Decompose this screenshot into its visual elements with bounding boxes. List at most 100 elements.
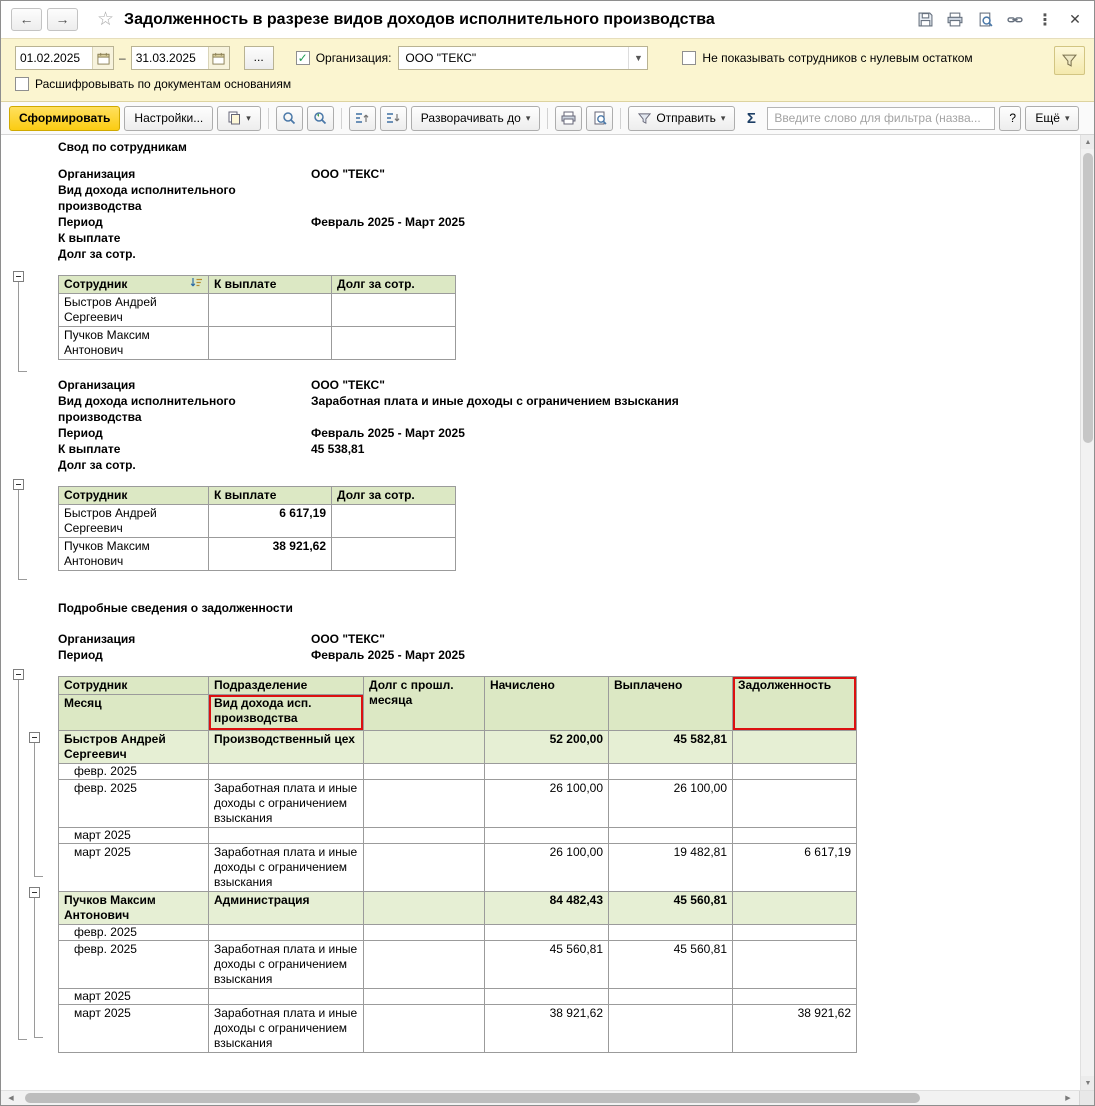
paid-cell[interactable]: 19 482,81 — [608, 843, 733, 892]
autosum-button[interactable]: Σ — [739, 106, 763, 130]
debt-cell[interactable] — [732, 730, 857, 764]
debt-cell[interactable] — [732, 924, 857, 941]
debt-cell[interactable] — [732, 779, 857, 828]
prev-debt-cell[interactable] — [363, 779, 485, 828]
more-button[interactable]: Ещё ▾ — [1025, 105, 1080, 131]
prev-debt-cell[interactable] — [363, 730, 485, 764]
month-cell[interactable]: февр. 2025 — [58, 779, 209, 828]
accrued-cell[interactable] — [484, 988, 609, 1005]
filter-word-input[interactable] — [767, 106, 996, 130]
close-icon[interactable]: ✕ — [1066, 11, 1084, 29]
scroll-up-icon[interactable]: ▲ — [1081, 135, 1094, 149]
month-cell[interactable]: февр. 2025 — [58, 940, 209, 989]
paid-cell[interactable] — [608, 1004, 733, 1053]
organization-select[interactable]: ООО "ТЕКС" ▼ — [398, 46, 649, 70]
paid-cell[interactable] — [608, 988, 733, 1005]
expand-levels-button[interactable] — [379, 105, 407, 131]
scroll-left-icon[interactable]: ◀ — [3, 1091, 19, 1105]
employee-cell[interactable]: Пучков Максим Антонович — [58, 326, 209, 360]
paid-cell[interactable]: 45 560,81 — [608, 940, 733, 989]
group-collapse-toggle[interactable] — [13, 479, 24, 490]
favorite-star-icon[interactable]: ☆ — [97, 8, 114, 31]
to-pay-cell[interactable] — [208, 293, 332, 327]
debt-cell[interactable]: 6 617,19 — [732, 843, 857, 892]
employee-cell[interactable]: Пучков Максим Антонович — [58, 891, 209, 925]
explain-by-docs-checkbox[interactable] — [15, 77, 29, 91]
department-cell[interactable]: Администрация — [208, 891, 364, 925]
filter-settings-button[interactable] — [1054, 46, 1085, 75]
employee-cell[interactable]: Быстров Андрей Сергеевич — [58, 730, 209, 764]
income-type-cell[interactable] — [208, 763, 364, 780]
accrued-cell[interactable]: 84 482,43 — [484, 891, 609, 925]
calendar-icon[interactable] — [92, 47, 113, 69]
prev-debt-cell[interactable] — [363, 763, 485, 780]
column-header-employee[interactable]: Сотрудник — [58, 676, 209, 695]
print-preview-icon[interactable] — [976, 11, 994, 29]
paid-cell[interactable]: 45 582,81 — [608, 730, 733, 764]
prev-debt-cell[interactable] — [363, 924, 485, 941]
employee-cell[interactable]: Быстров Андрей Сергеевич — [58, 293, 209, 327]
paid-cell[interactable]: 26 100,00 — [608, 779, 733, 828]
organization-checkbox[interactable]: ✓ — [295, 51, 310, 65]
group-collapse-toggle[interactable] — [13, 669, 24, 680]
vertical-scrollbar[interactable]: ▲ ▼ — [1080, 135, 1094, 1090]
scroll-down-icon[interactable]: ▼ — [1081, 1076, 1094, 1090]
paid-cell[interactable] — [608, 827, 733, 844]
print-icon[interactable] — [946, 11, 964, 29]
period-options-button[interactable]: ... — [243, 46, 274, 70]
scroll-right-icon[interactable]: ▶ — [1060, 1091, 1076, 1105]
income-type-cell[interactable] — [208, 924, 364, 941]
expand-to-button[interactable]: Разворачивать до ▾ — [410, 105, 541, 131]
debt-cell[interactable]: 38 921,62 — [732, 1004, 857, 1053]
prev-debt-cell[interactable] — [363, 843, 485, 892]
back-button[interactable]: ← — [11, 8, 42, 31]
column-header-debt[interactable]: Долг за сотр. — [331, 486, 456, 505]
date-from-input[interactable] — [16, 47, 92, 69]
column-header-accrued[interactable]: Начислено — [484, 676, 609, 731]
accrued-cell[interactable] — [484, 924, 609, 941]
column-header-employee[interactable]: Сотрудник — [58, 486, 209, 505]
prev-debt-cell[interactable] — [363, 940, 485, 989]
month-cell[interactable]: март 2025 — [58, 843, 209, 892]
more-menu-icon[interactable]: ⋮ — [1036, 11, 1054, 29]
paid-cell[interactable] — [608, 924, 733, 941]
send-button[interactable]: Отправить ▾ — [628, 105, 736, 131]
find-button[interactable] — [275, 105, 303, 131]
column-header-month[interactable]: Месяц — [58, 694, 209, 731]
hide-zero-checkbox[interactable] — [682, 51, 697, 65]
accrued-cell[interactable] — [484, 827, 609, 844]
column-header-debt-highlighted[interactable]: Задолженность — [732, 676, 857, 731]
settings-variants-button[interactable]: ▾ — [217, 105, 261, 131]
debt-cell[interactable] — [331, 293, 456, 327]
horizontal-scrollbar[interactable]: ◀ ▶ — [1, 1090, 1094, 1105]
collapse-levels-button[interactable] — [348, 105, 376, 131]
month-cell[interactable]: февр. 2025 — [58, 924, 209, 941]
debt-cell[interactable] — [732, 763, 857, 780]
accrued-cell[interactable]: 26 100,00 — [484, 843, 609, 892]
column-header-department[interactable]: Подразделение — [208, 676, 364, 695]
paid-cell[interactable]: 45 560,81 — [608, 891, 733, 925]
settings-button[interactable]: Настройки... — [124, 105, 214, 131]
debt-cell[interactable] — [732, 940, 857, 989]
income-type-cell[interactable]: Заработная плата и иные доходы с огранич… — [208, 779, 364, 828]
prev-debt-cell[interactable] — [363, 827, 485, 844]
debt-cell[interactable] — [331, 326, 456, 360]
income-type-cell[interactable]: Заработная плата и иные доходы с огранич… — [208, 940, 364, 989]
group-collapse-toggle[interactable] — [29, 732, 40, 743]
preview-button[interactable] — [586, 105, 614, 131]
month-cell[interactable]: март 2025 — [58, 1004, 209, 1053]
income-type-cell[interactable]: Заработная плата и иные доходы с огранич… — [208, 1004, 364, 1053]
accrued-cell[interactable]: 52 200,00 — [484, 730, 609, 764]
income-type-cell[interactable] — [208, 827, 364, 844]
month-cell[interactable]: март 2025 — [58, 988, 209, 1005]
debt-cell[interactable] — [732, 827, 857, 844]
column-header-debt[interactable]: Долг за сотр. — [331, 275, 456, 294]
prev-debt-cell[interactable] — [363, 988, 485, 1005]
month-cell[interactable]: февр. 2025 — [58, 763, 209, 780]
employee-cell[interactable]: Пучков Максим Антонович — [58, 537, 209, 571]
debt-cell[interactable] — [732, 988, 857, 1005]
accrued-cell[interactable]: 45 560,81 — [484, 940, 609, 989]
group-collapse-toggle[interactable] — [13, 271, 24, 282]
income-type-cell[interactable]: Заработная плата и иные доходы с огранич… — [208, 843, 364, 892]
chevron-down-icon[interactable]: ▼ — [628, 47, 647, 69]
